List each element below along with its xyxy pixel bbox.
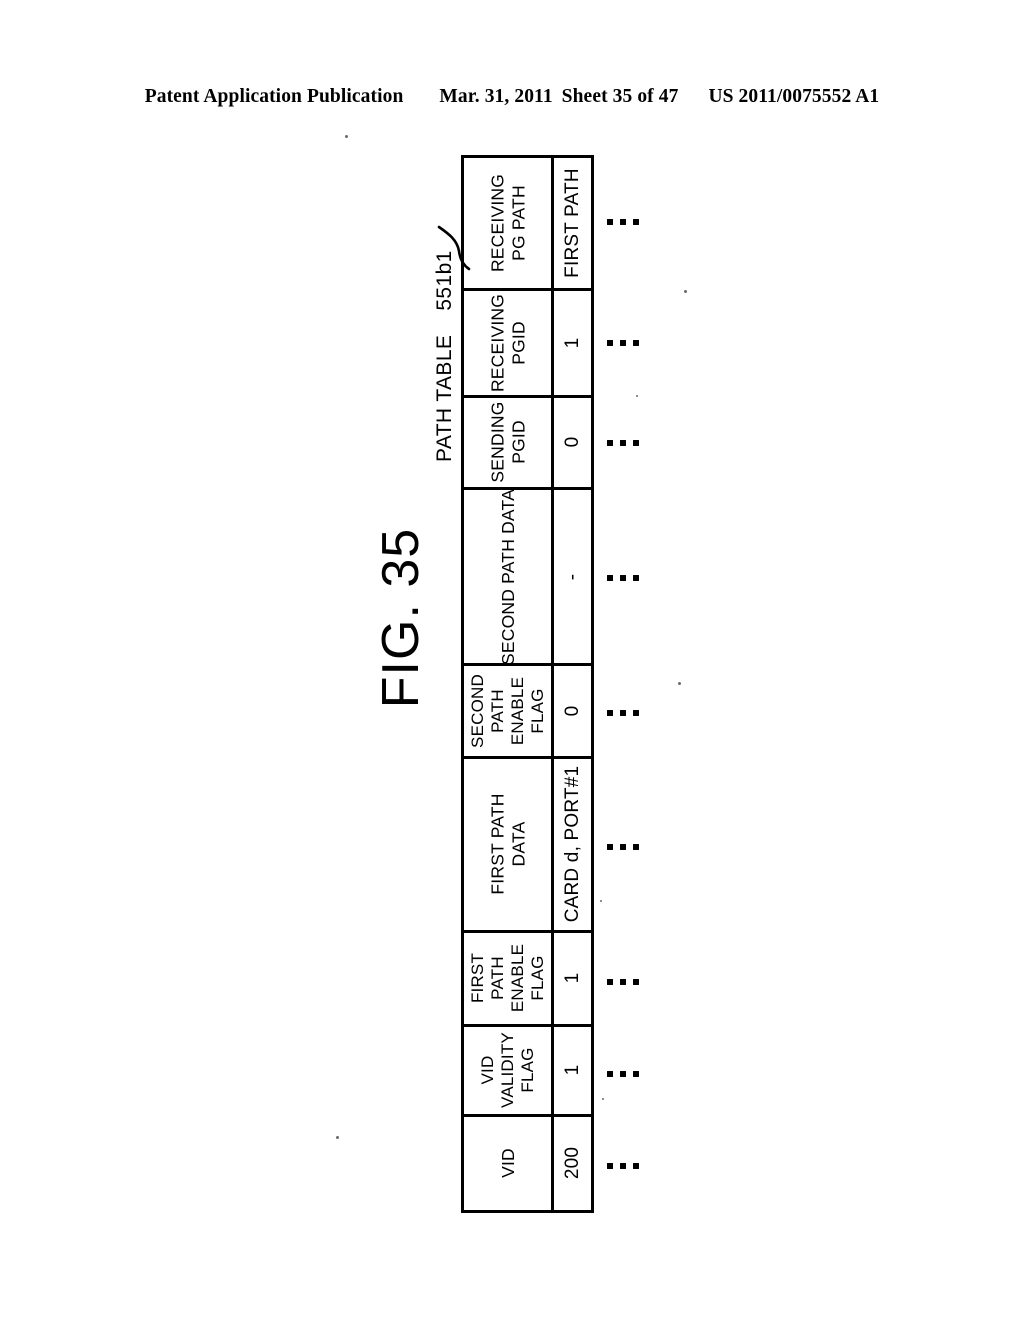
figure-label: FIG. 35: [372, 527, 430, 709]
ellipsis-icon: [607, 219, 639, 225]
publication-date: Mar. 31, 2011: [439, 86, 553, 107]
column-header-cell: VID: [464, 1116, 554, 1210]
scan-artifact: [602, 1098, 604, 1100]
publication-label: Patent Application Publication: [144, 86, 404, 107]
patent-running-header: Patent Application Publication Mar. 31, 2…: [0, 86, 1024, 108]
ellipsis-icon: [607, 978, 639, 985]
data-cell-value: 0: [561, 436, 583, 448]
column-header-cell: FIRST PATH ENABLE FLAG: [464, 932, 554, 1025]
data-cell-value: 1: [561, 337, 583, 349]
table-title: PATH TABLE: [433, 334, 456, 462]
data-cell-value: 0: [561, 705, 583, 717]
continuation-ellipsis: [600, 1119, 646, 1213]
data-cell: -: [554, 490, 591, 663]
column-header-label: FIRST PATH ENABLE FLAG: [467, 944, 547, 1013]
scan-artifact: [336, 1136, 339, 1139]
column-header-label: SECOND PATH DATA: [497, 488, 518, 665]
scan-artifact: [678, 682, 681, 685]
continuation-ellipsis: [600, 666, 646, 759]
column-header-label: VID VALIDITY FLAG: [477, 1032, 537, 1109]
data-cell-value: FIRST PATH: [561, 168, 583, 278]
data-cell-value: -: [561, 573, 583, 580]
scan-artifact: [345, 135, 348, 138]
data-cell: 1: [554, 1027, 591, 1114]
scan-artifact: [600, 900, 602, 902]
data-cell: 0: [554, 666, 591, 755]
column-header-label: FIRST PATH DATA: [487, 793, 528, 895]
column-header-label: SENDING PGID: [487, 401, 528, 483]
data-cell: FIRST PATH: [554, 158, 591, 288]
table-continuation-column: [600, 155, 646, 1213]
column-header-cell: SECOND PATH DATA: [464, 488, 554, 665]
column-header-cell: RECEIVING PG PATH: [464, 158, 554, 289]
column-header-label: RECEIVING PGID: [487, 293, 528, 392]
patent-publication-number: US 2011/0075552 A1: [708, 86, 880, 107]
table-column: VID 200: [464, 1116, 591, 1210]
ellipsis-icon: [607, 574, 639, 581]
table-column: VID VALIDITY FLAG 1: [464, 1027, 591, 1117]
continuation-ellipsis: [600, 934, 646, 1029]
column-header-cell: FIRST PATH DATA: [464, 758, 554, 930]
column-header-cell: VID VALIDITY FLAG: [464, 1027, 554, 1114]
table-column: FIRST PATH ENABLE FLAG 1: [464, 932, 591, 1028]
data-cell-value: CARD d, PORT#1: [561, 765, 583, 923]
ellipsis-icon: [607, 843, 639, 850]
sheet-number: Sheet 35 of 47: [561, 86, 679, 107]
path-table: RECEIVING PG PATH FIRST PATH RECEIVING PGID 1…: [461, 155, 594, 1213]
table-column: FIRST PATH DATA CARD d, PORT#1: [464, 758, 591, 933]
continuation-ellipsis: [600, 759, 646, 934]
data-cell: 1: [554, 933, 591, 1024]
continuation-ellipsis: [600, 155, 646, 289]
table-column: RECEIVING PG PATH FIRST PATH: [464, 158, 591, 292]
ellipsis-icon: [607, 339, 639, 346]
table-column: RECEIVING PGID 1: [464, 291, 591, 398]
table-column: SENDING PGID 0: [464, 397, 591, 491]
column-header-label: SECOND PATH ENABLE FLAG: [467, 673, 547, 748]
column-header-label: RECEIVING PG PATH: [487, 174, 528, 273]
scan-artifact: [636, 395, 638, 397]
ellipsis-icon: [607, 1071, 639, 1077]
column-header-cell: SECOND PATH ENABLE FLAG: [464, 666, 554, 756]
data-cell-value: 1: [561, 1064, 583, 1076]
data-cell-value: 1: [561, 972, 583, 984]
data-cell: 200: [554, 1117, 591, 1210]
continuation-ellipsis: [600, 1029, 646, 1119]
ellipsis-icon: [607, 709, 639, 716]
data-cell: 0: [554, 398, 591, 487]
table-column: SECOND PATH ENABLE FLAG 0: [464, 666, 591, 759]
scan-artifact: [684, 290, 687, 293]
ellipsis-icon: [607, 439, 639, 446]
continuation-ellipsis: [600, 489, 646, 666]
table-caption: PATH TABLE551b1: [428, 172, 462, 462]
column-header-cell: SENDING PGID: [464, 397, 554, 488]
data-cell-value: 200: [561, 1147, 583, 1180]
data-cell: 1: [554, 291, 591, 394]
continuation-ellipsis: [600, 289, 646, 396]
table-column: SECOND PATH DATA -: [464, 488, 591, 667]
ellipsis-icon: [607, 1163, 639, 1169]
column-header-label: VID: [497, 1148, 518, 1179]
column-header-cell: RECEIVING PGID: [464, 291, 554, 395]
continuation-ellipsis: [600, 396, 646, 489]
data-cell: CARD d, PORT#1: [554, 759, 591, 930]
